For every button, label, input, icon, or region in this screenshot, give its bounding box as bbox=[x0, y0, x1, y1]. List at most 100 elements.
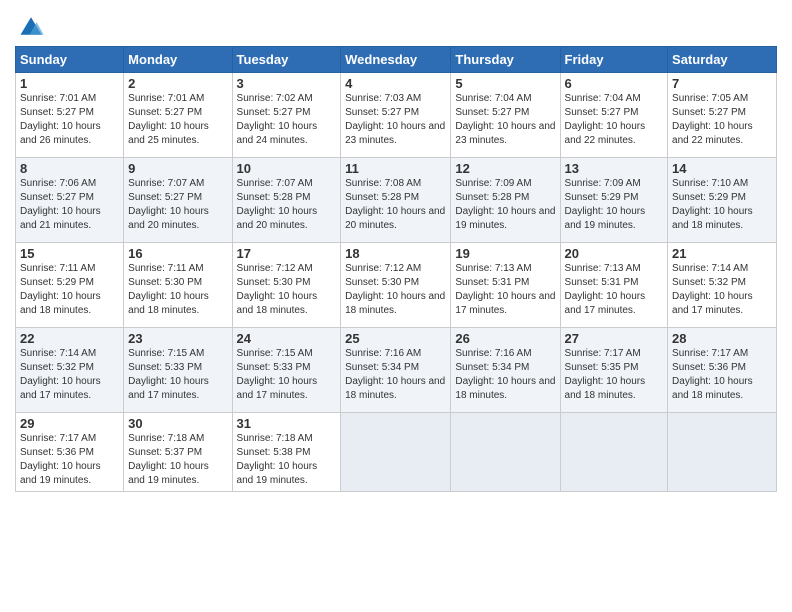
day-number: 26 bbox=[455, 331, 555, 346]
calendar-day-cell: 25 Sunrise: 7:16 AMSunset: 5:34 PMDaylig… bbox=[341, 328, 451, 413]
calendar-day-cell bbox=[560, 413, 668, 492]
calendar-day-cell: 27 Sunrise: 7:17 AMSunset: 5:35 PMDaylig… bbox=[560, 328, 668, 413]
day-number: 21 bbox=[672, 246, 772, 261]
calendar-day-cell: 29 Sunrise: 7:17 AMSunset: 5:36 PMDaylig… bbox=[16, 413, 124, 492]
calendar-day-cell: 1 Sunrise: 7:01 AMSunset: 5:27 PMDayligh… bbox=[16, 73, 124, 158]
calendar-day-cell: 30 Sunrise: 7:18 AMSunset: 5:37 PMDaylig… bbox=[124, 413, 232, 492]
day-number: 29 bbox=[20, 416, 119, 431]
day-info: Sunrise: 7:12 AMSunset: 5:30 PMDaylight:… bbox=[237, 263, 318, 316]
calendar-day-cell: 8 Sunrise: 7:06 AMSunset: 5:27 PMDayligh… bbox=[16, 158, 124, 243]
calendar-week-row: 15 Sunrise: 7:11 AMSunset: 5:29 PMDaylig… bbox=[16, 243, 777, 328]
calendar-day-cell bbox=[451, 413, 560, 492]
calendar-day-cell: 14 Sunrise: 7:10 AMSunset: 5:29 PMDaylig… bbox=[668, 158, 777, 243]
day-info: Sunrise: 7:04 AMSunset: 5:27 PMDaylight:… bbox=[455, 93, 555, 146]
day-info: Sunrise: 7:08 AMSunset: 5:28 PMDaylight:… bbox=[345, 178, 445, 231]
day-number: 22 bbox=[20, 331, 119, 346]
calendar-day-cell bbox=[341, 413, 451, 492]
day-number: 18 bbox=[345, 246, 446, 261]
calendar-week-row: 8 Sunrise: 7:06 AMSunset: 5:27 PMDayligh… bbox=[16, 158, 777, 243]
calendar-week-row: 1 Sunrise: 7:01 AMSunset: 5:27 PMDayligh… bbox=[16, 73, 777, 158]
calendar-day-cell: 24 Sunrise: 7:15 AMSunset: 5:33 PMDaylig… bbox=[232, 328, 341, 413]
calendar-day-cell: 2 Sunrise: 7:01 AMSunset: 5:27 PMDayligh… bbox=[124, 73, 232, 158]
day-number: 31 bbox=[237, 416, 337, 431]
calendar-day-cell: 5 Sunrise: 7:04 AMSunset: 5:27 PMDayligh… bbox=[451, 73, 560, 158]
calendar-day-cell: 15 Sunrise: 7:11 AMSunset: 5:29 PMDaylig… bbox=[16, 243, 124, 328]
calendar-header-row: SundayMondayTuesdayWednesdayThursdayFrid… bbox=[16, 47, 777, 73]
page-container: SundayMondayTuesdayWednesdayThursdayFrid… bbox=[0, 0, 792, 497]
day-info: Sunrise: 7:11 AMSunset: 5:30 PMDaylight:… bbox=[128, 263, 209, 316]
day-number: 17 bbox=[237, 246, 337, 261]
calendar-day-header: Monday bbox=[124, 47, 232, 73]
day-number: 25 bbox=[345, 331, 446, 346]
day-info: Sunrise: 7:14 AMSunset: 5:32 PMDaylight:… bbox=[672, 263, 753, 316]
day-number: 27 bbox=[565, 331, 664, 346]
day-info: Sunrise: 7:17 AMSunset: 5:35 PMDaylight:… bbox=[565, 348, 646, 401]
calendar-day-header: Saturday bbox=[668, 47, 777, 73]
day-number: 8 bbox=[20, 161, 119, 176]
calendar-day-header: Thursday bbox=[451, 47, 560, 73]
day-info: Sunrise: 7:13 AMSunset: 5:31 PMDaylight:… bbox=[565, 263, 646, 316]
calendar-day-cell: 20 Sunrise: 7:13 AMSunset: 5:31 PMDaylig… bbox=[560, 243, 668, 328]
calendar-day-cell: 28 Sunrise: 7:17 AMSunset: 5:36 PMDaylig… bbox=[668, 328, 777, 413]
day-info: Sunrise: 7:12 AMSunset: 5:30 PMDaylight:… bbox=[345, 263, 445, 316]
day-number: 3 bbox=[237, 76, 337, 91]
day-info: Sunrise: 7:16 AMSunset: 5:34 PMDaylight:… bbox=[345, 348, 445, 401]
calendar-day-cell: 9 Sunrise: 7:07 AMSunset: 5:27 PMDayligh… bbox=[124, 158, 232, 243]
calendar-day-cell: 16 Sunrise: 7:11 AMSunset: 5:30 PMDaylig… bbox=[124, 243, 232, 328]
day-info: Sunrise: 7:16 AMSunset: 5:34 PMDaylight:… bbox=[455, 348, 555, 401]
logo-icon bbox=[17, 12, 45, 40]
calendar-day-cell: 26 Sunrise: 7:16 AMSunset: 5:34 PMDaylig… bbox=[451, 328, 560, 413]
day-number: 1 bbox=[20, 76, 119, 91]
day-number: 30 bbox=[128, 416, 227, 431]
calendar-day-cell: 17 Sunrise: 7:12 AMSunset: 5:30 PMDaylig… bbox=[232, 243, 341, 328]
day-info: Sunrise: 7:17 AMSunset: 5:36 PMDaylight:… bbox=[20, 433, 101, 486]
day-info: Sunrise: 7:05 AMSunset: 5:27 PMDaylight:… bbox=[672, 93, 753, 146]
day-number: 13 bbox=[565, 161, 664, 176]
calendar-table: SundayMondayTuesdayWednesdayThursdayFrid… bbox=[15, 46, 777, 492]
day-info: Sunrise: 7:18 AMSunset: 5:37 PMDaylight:… bbox=[128, 433, 209, 486]
day-number: 5 bbox=[455, 76, 555, 91]
day-info: Sunrise: 7:18 AMSunset: 5:38 PMDaylight:… bbox=[237, 433, 318, 486]
day-info: Sunrise: 7:15 AMSunset: 5:33 PMDaylight:… bbox=[128, 348, 209, 401]
day-info: Sunrise: 7:06 AMSunset: 5:27 PMDaylight:… bbox=[20, 178, 101, 231]
calendar-day-cell: 22 Sunrise: 7:14 AMSunset: 5:32 PMDaylig… bbox=[16, 328, 124, 413]
calendar-day-header: Wednesday bbox=[341, 47, 451, 73]
day-info: Sunrise: 7:03 AMSunset: 5:27 PMDaylight:… bbox=[345, 93, 445, 146]
logo bbox=[15, 14, 45, 40]
day-info: Sunrise: 7:01 AMSunset: 5:27 PMDaylight:… bbox=[128, 93, 209, 146]
calendar-day-cell: 18 Sunrise: 7:12 AMSunset: 5:30 PMDaylig… bbox=[341, 243, 451, 328]
day-info: Sunrise: 7:01 AMSunset: 5:27 PMDaylight:… bbox=[20, 93, 101, 146]
day-info: Sunrise: 7:17 AMSunset: 5:36 PMDaylight:… bbox=[672, 348, 753, 401]
day-number: 24 bbox=[237, 331, 337, 346]
day-number: 9 bbox=[128, 161, 227, 176]
day-info: Sunrise: 7:14 AMSunset: 5:32 PMDaylight:… bbox=[20, 348, 101, 401]
calendar-day-cell: 31 Sunrise: 7:18 AMSunset: 5:38 PMDaylig… bbox=[232, 413, 341, 492]
calendar-day-cell bbox=[668, 413, 777, 492]
calendar-day-cell: 11 Sunrise: 7:08 AMSunset: 5:28 PMDaylig… bbox=[341, 158, 451, 243]
day-info: Sunrise: 7:13 AMSunset: 5:31 PMDaylight:… bbox=[455, 263, 555, 316]
day-number: 19 bbox=[455, 246, 555, 261]
day-number: 11 bbox=[345, 161, 446, 176]
day-number: 2 bbox=[128, 76, 227, 91]
calendar-day-cell: 7 Sunrise: 7:05 AMSunset: 5:27 PMDayligh… bbox=[668, 73, 777, 158]
day-number: 14 bbox=[672, 161, 772, 176]
day-info: Sunrise: 7:09 AMSunset: 5:28 PMDaylight:… bbox=[455, 178, 555, 231]
calendar-week-row: 22 Sunrise: 7:14 AMSunset: 5:32 PMDaylig… bbox=[16, 328, 777, 413]
day-number: 7 bbox=[672, 76, 772, 91]
calendar-day-cell: 4 Sunrise: 7:03 AMSunset: 5:27 PMDayligh… bbox=[341, 73, 451, 158]
day-info: Sunrise: 7:07 AMSunset: 5:27 PMDaylight:… bbox=[128, 178, 209, 231]
calendar-day-cell: 3 Sunrise: 7:02 AMSunset: 5:27 PMDayligh… bbox=[232, 73, 341, 158]
day-info: Sunrise: 7:07 AMSunset: 5:28 PMDaylight:… bbox=[237, 178, 318, 231]
calendar-day-cell: 19 Sunrise: 7:13 AMSunset: 5:31 PMDaylig… bbox=[451, 243, 560, 328]
day-info: Sunrise: 7:11 AMSunset: 5:29 PMDaylight:… bbox=[20, 263, 101, 316]
day-number: 6 bbox=[565, 76, 664, 91]
day-info: Sunrise: 7:10 AMSunset: 5:29 PMDaylight:… bbox=[672, 178, 753, 231]
calendar-day-cell: 10 Sunrise: 7:07 AMSunset: 5:28 PMDaylig… bbox=[232, 158, 341, 243]
day-number: 23 bbox=[128, 331, 227, 346]
day-info: Sunrise: 7:15 AMSunset: 5:33 PMDaylight:… bbox=[237, 348, 318, 401]
calendar-week-row: 29 Sunrise: 7:17 AMSunset: 5:36 PMDaylig… bbox=[16, 413, 777, 492]
calendar-day-header: Tuesday bbox=[232, 47, 341, 73]
calendar-day-header: Sunday bbox=[16, 47, 124, 73]
day-info: Sunrise: 7:09 AMSunset: 5:29 PMDaylight:… bbox=[565, 178, 646, 231]
header bbox=[15, 10, 777, 40]
